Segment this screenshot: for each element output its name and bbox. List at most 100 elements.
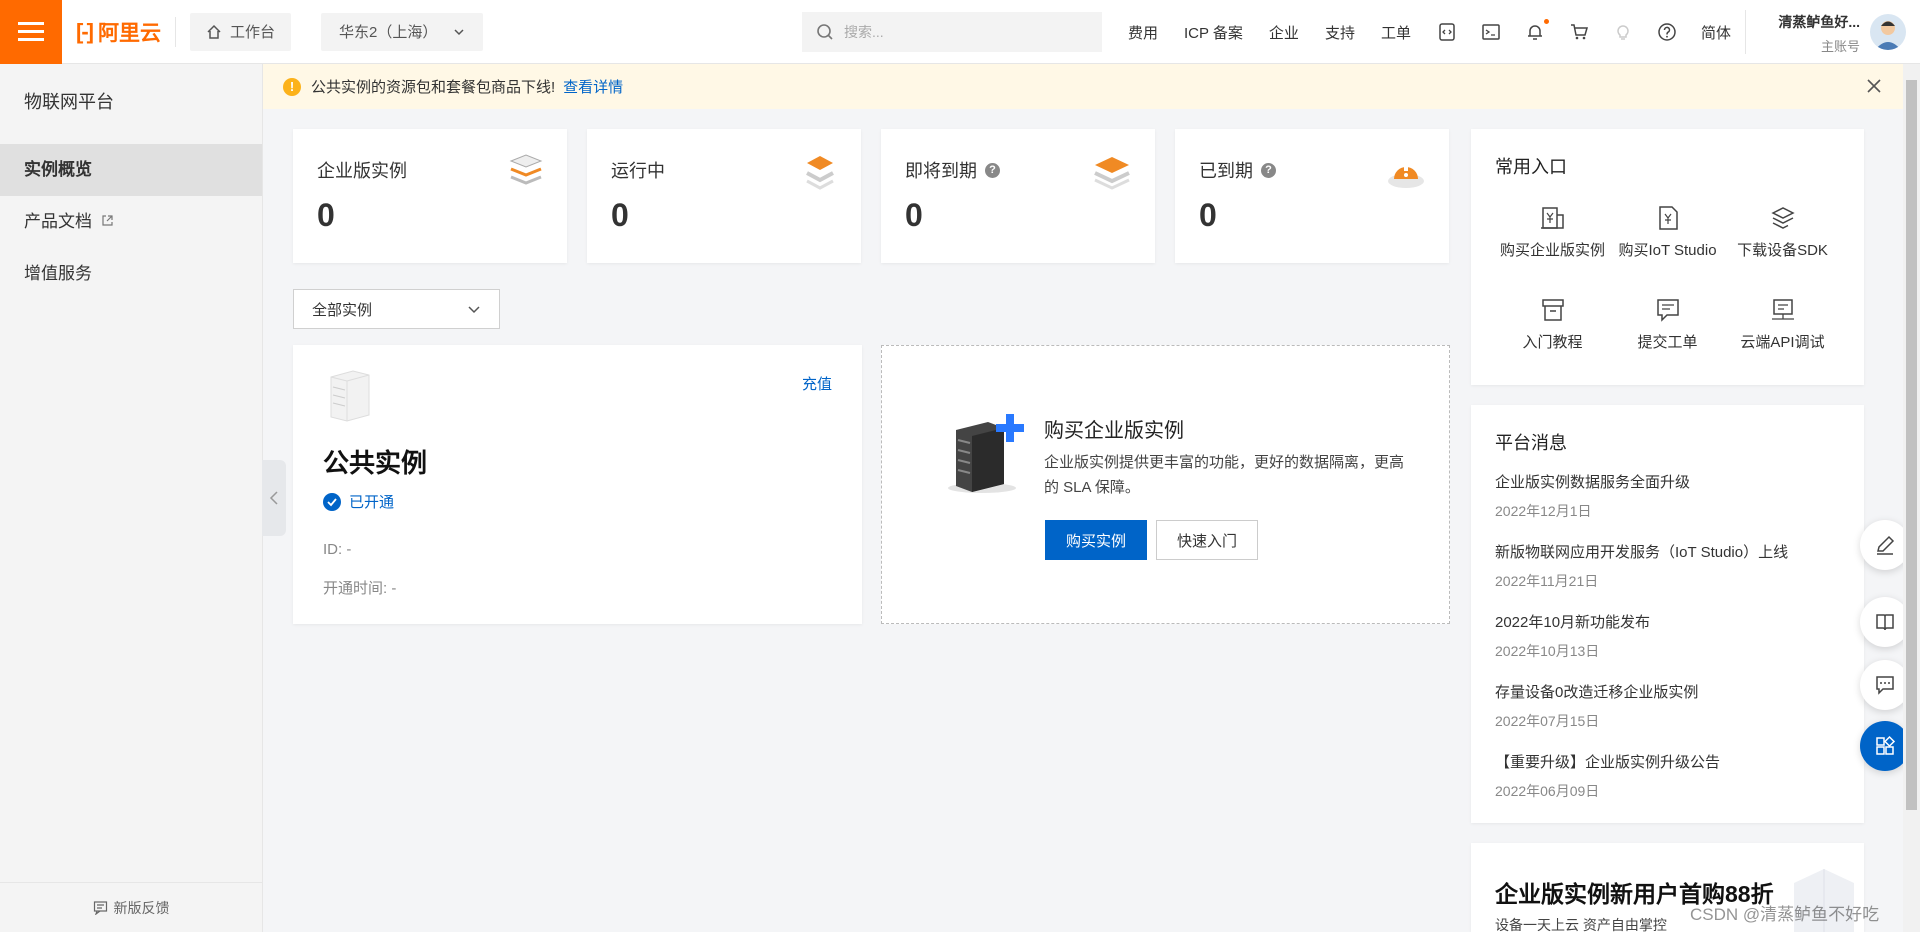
cart-icon[interactable] (1569, 22, 1589, 42)
link-icp[interactable]: ICP 备案 (1184, 22, 1243, 43)
entry-download-sdk[interactable]: 下载设备SDK (1725, 201, 1840, 260)
entry-tutorial[interactable]: 入门教程 (1495, 293, 1610, 352)
platform-messages-panel: 平台消息 企业版实例数据服务全面升级 2022年12月1日 新版物联网应用开发服… (1471, 405, 1864, 823)
apps-grid-icon (1876, 735, 1896, 755)
message-title: 存量设备0改造迁移企业版实例 (1495, 684, 1699, 701)
help-icon[interactable]: ? (1261, 162, 1276, 178)
instance-filter-select[interactable]: 全部实例 (293, 289, 500, 329)
user-account-menu[interactable]: 清蒸鲈鱼好... 主账号 (1760, 12, 1860, 55)
pencil-icon (1877, 535, 1895, 555)
external-link-icon (102, 215, 113, 226)
message-square-icon (1656, 299, 1679, 322)
quick-start-button[interactable]: 快速入门 (1156, 520, 1258, 560)
link-ticket[interactable]: 工单 (1381, 22, 1411, 43)
stat-label: 即将到期 (905, 161, 977, 181)
buy-instance-button[interactable]: 购买实例 (1045, 520, 1147, 560)
chevron-down-icon (468, 306, 480, 314)
divider (1745, 10, 1746, 54)
workbench-label: 工作台 (229, 24, 275, 41)
aliyun-logo[interactable]: [-] 阿里云 (76, 17, 161, 47)
watermark: CSDN @清蒸鲈鱼不好吃 (1690, 905, 1880, 924)
public-instance-card[interactable]: 充值 公共实例 已开通 ID: - 开通时间: - (293, 345, 862, 624)
server-add-icon (948, 414, 1024, 493)
announcement-banner: ! 公共实例的资源包和套餐包商品下线! 查看详情 (263, 64, 1903, 109)
building-yen-icon (1540, 207, 1564, 229)
stat-value: 0 (317, 197, 335, 233)
bell-icon[interactable] (1525, 19, 1549, 42)
sidebar-item-product-docs[interactable]: 产品文档 (0, 196, 262, 248)
message-item[interactable]: 存量设备0改造迁移企业版实例 2022年07月15日 (1495, 681, 1698, 731)
panel-title: 平台消息 (1495, 433, 1567, 453)
message-title: 【重要升级】企业版实例升级公告 (1495, 754, 1721, 771)
entry-api-debug[interactable]: 云端API调试 (1725, 293, 1840, 352)
scrollbar-thumb[interactable] (1906, 80, 1917, 810)
feedback-label: 新版反馈 (113, 899, 170, 916)
terminal-icon[interactable] (1481, 22, 1501, 42)
divider (174, 16, 176, 47)
quick-entries-panel: 常用入口 购买企业版实例 购买IoT Studio 下载设备SDK 入门教程 提… (1471, 129, 1864, 385)
warning-icon: ! (283, 77, 301, 96)
instance-open-time: 开通时间: - (323, 580, 397, 597)
message-item[interactable]: 新版物联网应用开发服务（IoT Studio）上线 2022年11月21日 (1495, 541, 1788, 591)
recharge-link[interactable]: 充值 (802, 373, 832, 394)
message-item[interactable]: 【重要升级】企业版实例升级公告 2022年06月09日 (1495, 751, 1720, 801)
stat-card-expiring: 即将到期? 0 (881, 129, 1155, 263)
avatar[interactable] (1870, 14, 1906, 50)
sidebar: 物联网平台 实例概览 产品文档 增值服务 新版反馈 (0, 64, 263, 932)
hamburger-menu-button[interactable] (0, 0, 62, 64)
server-icon (330, 370, 370, 422)
page-scrollbar[interactable] (1903, 64, 1920, 932)
link-support[interactable]: 支持 (1325, 22, 1355, 43)
running-icon (806, 156, 834, 190)
entry-label: 下载设备SDK (1737, 242, 1828, 259)
entry-label: 云端API调试 (1740, 334, 1825, 351)
help-icon[interactable]: ? (985, 162, 1000, 178)
logo-mark-icon: [-] (76, 18, 94, 44)
instance-id: ID: - (323, 541, 352, 558)
search-placeholder: 搜索... (844, 24, 884, 40)
entry-buy-enterprise[interactable]: 购买企业版实例 (1495, 201, 1610, 260)
stat-label: 已到期 (1199, 161, 1253, 181)
message-date: 2022年11月21日 (1495, 573, 1599, 589)
sidebar-item-value-added[interactable]: 增值服务 (0, 248, 262, 300)
public-instance-title: 公共实例 (323, 448, 428, 478)
workbench-button[interactable]: 工作台 (189, 12, 291, 51)
message-date: 2022年06月09日 (1495, 783, 1600, 799)
message-item[interactable]: 企业版实例数据服务全面升级 2022年12月1日 (1495, 471, 1690, 521)
region-label: 华东2（上海） (339, 24, 438, 41)
entry-buy-iot-studio[interactable]: 购买IoT Studio (1610, 201, 1725, 260)
entry-submit-ticket[interactable]: 提交工单 (1610, 293, 1725, 352)
document-yen-icon (1658, 206, 1678, 230)
chevron-down-icon (454, 28, 464, 35)
instance-filter-value: 全部实例 (312, 301, 373, 319)
book-icon (1876, 614, 1894, 631)
announcement-details-link[interactable]: 查看详情 (563, 76, 623, 97)
help-icon[interactable] (1657, 22, 1677, 42)
language-switch[interactable]: 简体 (1701, 22, 1731, 43)
alert-bell-icon (1388, 161, 1424, 188)
link-fee[interactable]: 费用 (1128, 22, 1158, 43)
layers-icon (509, 154, 543, 185)
region-selector[interactable]: 华东2（上海） (321, 12, 484, 51)
sidebar-collapse-button[interactable] (262, 460, 286, 536)
buy-enterprise-card: 购买企业版实例 企业版实例提供更丰富的功能，更好的数据隔离，更高的 SLA 保障… (881, 345, 1450, 624)
close-icon[interactable] (1865, 77, 1883, 95)
message-item[interactable]: 2022年10月新功能发布 2022年10月13日 (1495, 611, 1650, 661)
search-input[interactable]: 搜索... (802, 12, 1102, 52)
stat-card-expired: 已到期? 0 (1175, 129, 1449, 263)
feedback-button[interactable]: 新版反馈 (0, 882, 262, 932)
stat-label: 企业版实例 (317, 161, 407, 181)
chevron-left-icon (269, 491, 278, 505)
code-icon[interactable] (1437, 22, 1457, 42)
link-enterprise[interactable]: 企业 (1269, 22, 1299, 43)
sidebar-item-instance-overview[interactable]: 实例概览 (0, 144, 262, 196)
entry-label: 提交工单 (1637, 334, 1698, 351)
top-links: 费用 ICP 备案 企业 支持 工单 简体 (1128, 0, 1757, 64)
buy-card-title: 购买企业版实例 (1044, 420, 1184, 442)
buy-card-description: 企业版实例提供更丰富的功能，更好的数据隔离，更高的 SLA 保障。 (1044, 454, 1405, 496)
api-debug-icon (1771, 299, 1794, 320)
lightbulb-icon[interactable] (1613, 22, 1633, 42)
chat-icon (1876, 676, 1894, 695)
entry-label: 购买IoT Studio (1618, 242, 1717, 259)
notification-dot (1543, 19, 1549, 24)
